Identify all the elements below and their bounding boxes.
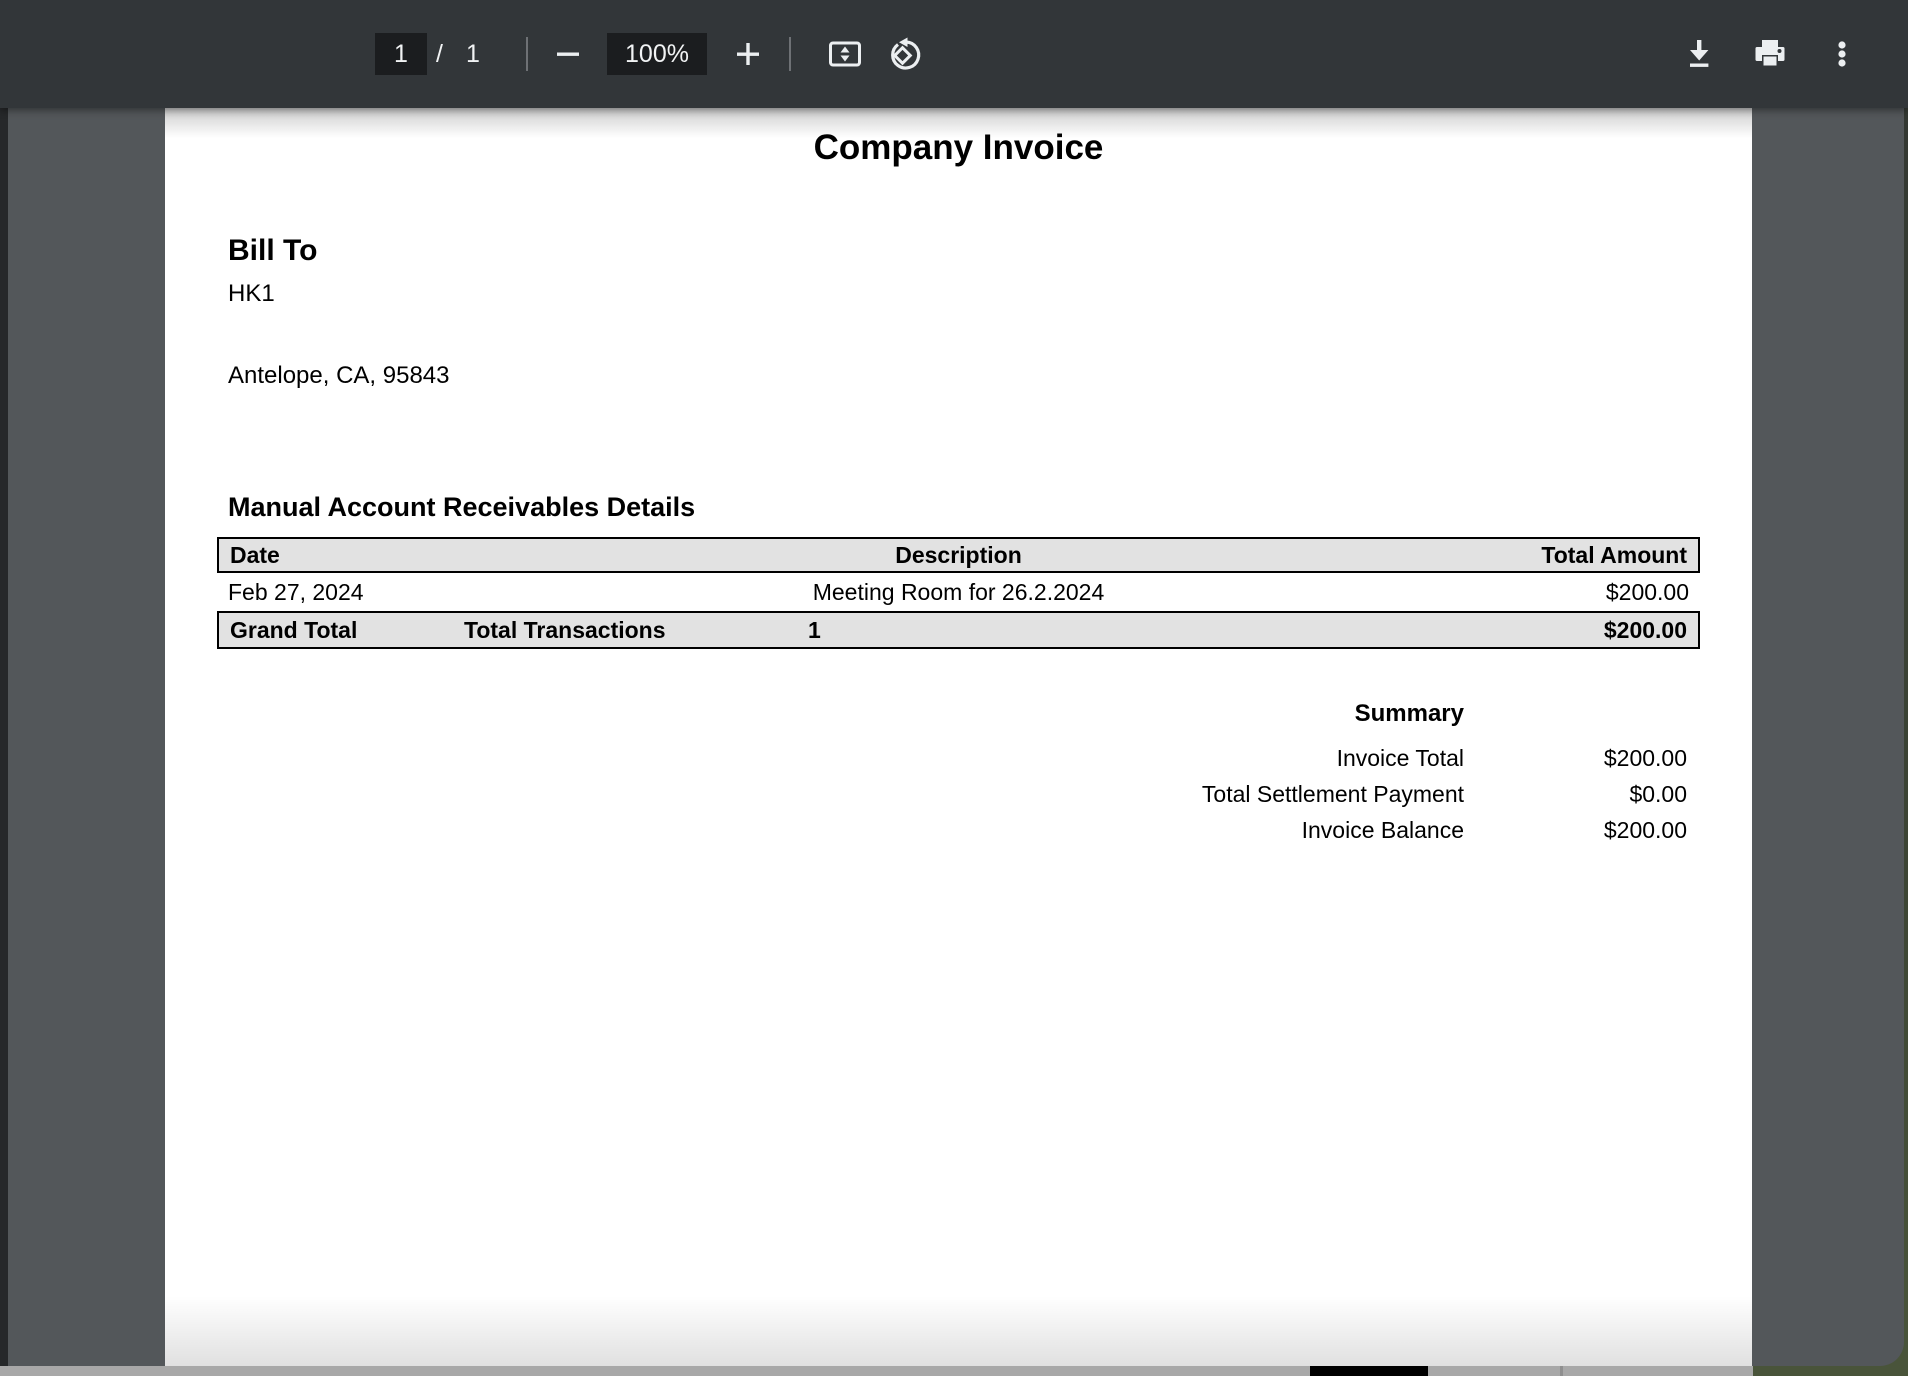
more-actions-icon[interactable]	[1833, 37, 1851, 71]
invoice-title: Company Invoice	[165, 128, 1752, 168]
cell-date: Feb 27, 2024	[217, 579, 715, 606]
desktop-bottom-black-segment	[1310, 1366, 1428, 1376]
header-description: Description	[716, 542, 1202, 569]
summary-section: Summary Invoice Total $200.00 Total Sett…	[1202, 700, 1687, 848]
download-icon[interactable]	[1682, 37, 1716, 71]
table-header-row: Date Description Total Amount	[217, 537, 1700, 573]
cell-total-amount: $200.00	[1202, 579, 1700, 606]
cell-description: Meeting Room for 26.2.2024	[715, 579, 1202, 606]
summary-row: Total Settlement Payment $0.00	[1202, 776, 1687, 812]
summary-row: Invoice Total $200.00	[1202, 740, 1687, 776]
rotate-counterclockwise-icon[interactable]	[888, 37, 924, 73]
receivables-table: Date Description Total Amount Feb 27, 20…	[217, 537, 1700, 649]
bill-to-address: Antelope, CA, 95843	[228, 362, 450, 390]
grand-total-amount: $200.00	[1604, 617, 1698, 644]
invoice-page: Company Invoice Bill To HK1 Antelope, CA…	[165, 108, 1752, 1366]
summary-label: Invoice Total	[1202, 740, 1464, 776]
summary-value: $0.00	[1464, 776, 1687, 812]
page-number-input[interactable]	[375, 33, 427, 75]
window-left-edge	[0, 108, 8, 1366]
page-count-divider: /	[436, 33, 444, 75]
summary-label: Invoice Balance	[1202, 812, 1464, 848]
total-transactions-label: Total Transactions	[464, 617, 808, 644]
bill-to-label: Bill To	[228, 234, 317, 268]
summary-label: Total Settlement Payment	[1202, 776, 1464, 812]
desktop-bottom-seam	[1560, 1366, 1563, 1376]
fit-to-page-icon[interactable]	[827, 37, 863, 71]
summary-value: $200.00	[1464, 740, 1687, 776]
print-icon[interactable]	[1752, 37, 1788, 71]
pdf-viewer-toolbar: / 1 100%	[0, 0, 1908, 108]
page-count-total: 1	[466, 33, 481, 75]
total-transactions-count: 1	[808, 617, 1604, 644]
desktop-bottom-sliver	[0, 1366, 1908, 1376]
zoom-in-icon[interactable]	[731, 37, 765, 71]
summary-value: $200.00	[1464, 812, 1687, 848]
summary-title: Summary	[1202, 700, 1464, 740]
desktop-bottom-wallpaper	[1753, 1366, 1908, 1376]
receivables-section-title: Manual Account Receivables Details	[228, 492, 695, 523]
zoom-level-field[interactable]: 100%	[607, 33, 707, 75]
toolbar-separator	[526, 37, 528, 71]
table-row: Feb 27, 2024 Meeting Room for 26.2.2024 …	[217, 573, 1700, 611]
toolbar-separator	[789, 37, 791, 71]
zoom-out-icon[interactable]	[551, 37, 585, 71]
grand-total-label: Grand Total	[219, 617, 464, 644]
header-date: Date	[219, 542, 716, 569]
header-total-amount: Total Amount	[1201, 542, 1698, 569]
grand-total-row: Grand Total Total Transactions 1 $200.00	[217, 611, 1700, 649]
pdf-viewer-canvas[interactable]: Company Invoice Bill To HK1 Antelope, CA…	[8, 108, 1904, 1366]
bill-to-name: HK1	[228, 280, 275, 308]
summary-row: Invoice Balance $200.00	[1202, 812, 1687, 848]
